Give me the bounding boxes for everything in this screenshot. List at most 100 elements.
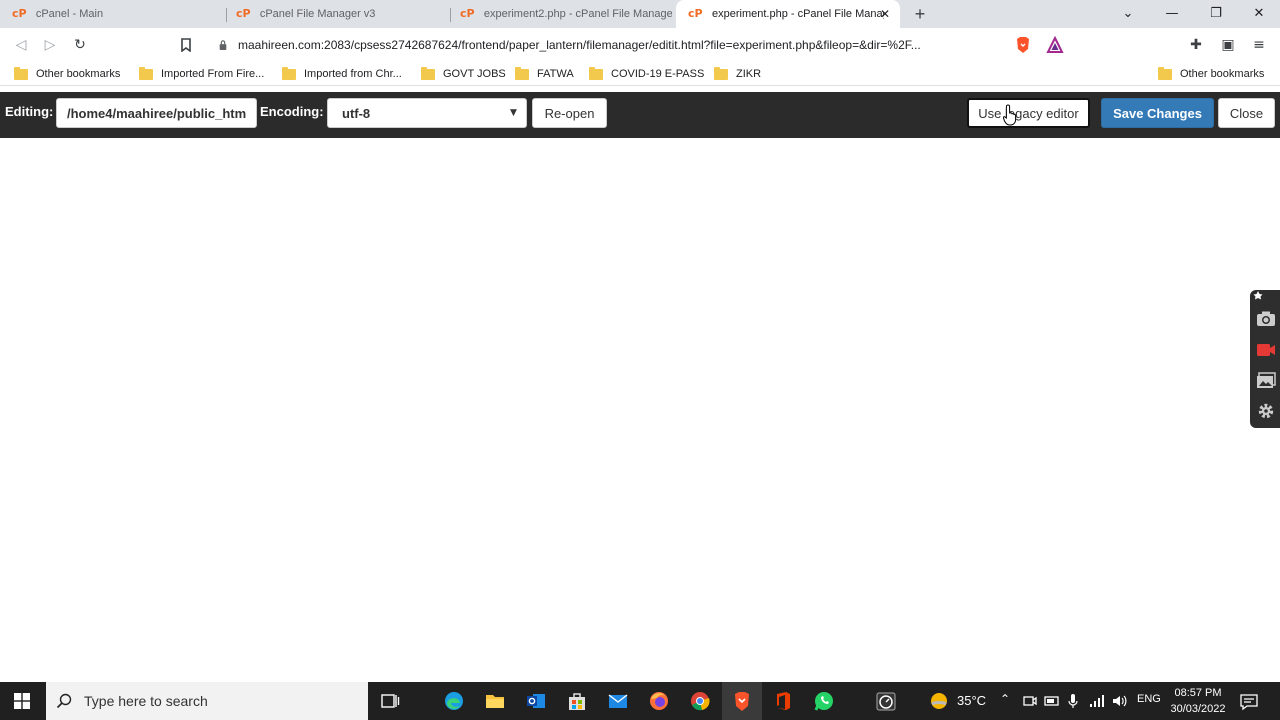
- clock-time: 08:57 PM: [1174, 687, 1222, 699]
- folder-icon: [139, 66, 153, 80]
- tab-experiment[interactable]: cP experiment.php - cPanel File Manager …: [676, 0, 900, 28]
- use-legacy-editor-button[interactable]: Use legacy editor: [967, 98, 1090, 128]
- store-icon[interactable]: [566, 690, 588, 712]
- browser-toolbar: ◁ ▷ ↻ maahireen.com:2083/cpsess274268762…: [0, 28, 1280, 62]
- brave-icon[interactable]: [731, 690, 753, 712]
- bookmarks-bar: Other bookmarks Imported From Fire... Im…: [0, 62, 1280, 86]
- clock[interactable]: 08:57 PM 30/03/2022: [1164, 685, 1232, 717]
- close-tab-icon[interactable]: ✕: [878, 7, 892, 21]
- folder-icon: [589, 66, 603, 80]
- gallery-icon[interactable]: [1256, 372, 1276, 390]
- bookmark-label: Imported From Fire...: [161, 68, 265, 80]
- folder-icon: [1158, 66, 1172, 80]
- tab-file-manager[interactable]: cP cPanel File Manager v3: [224, 0, 448, 28]
- volume-icon[interactable]: [1111, 690, 1127, 712]
- windows-start-icon[interactable]: [14, 693, 30, 709]
- reload-icon[interactable]: ↻: [69, 34, 91, 56]
- menu-icon[interactable]: ≡: [1251, 37, 1267, 53]
- battery-icon[interactable]: [1044, 690, 1060, 712]
- clock-date: 30/03/2022: [1170, 703, 1226, 715]
- editor-toolbar: Editing: Encoding: utf-8 ▼ Re-open Use l…: [0, 92, 1280, 138]
- taskbar-search-box[interactable]: Type here to search: [46, 682, 368, 720]
- screen-capture-widget: [1250, 290, 1280, 428]
- search-placeholder: Type here to search: [84, 693, 208, 709]
- camera-icon[interactable]: [1256, 310, 1276, 328]
- bookmark-label: Imported from Chr...: [304, 68, 402, 80]
- window-close-button[interactable]: ✕: [1237, 0, 1280, 28]
- bookmark-folder[interactable]: Other bookmarks: [1158, 66, 1264, 82]
- file-explorer-icon[interactable]: [484, 690, 506, 712]
- new-tab-button[interactable]: +: [910, 4, 930, 24]
- pin-icon[interactable]: [1252, 290, 1264, 302]
- temperature: 35°C: [957, 693, 987, 708]
- hand-cursor-icon: [1003, 104, 1017, 126]
- bookmark-label: COVID-19 E-PASS: [611, 68, 705, 80]
- tab-cpanel-main[interactable]: cP cPanel - Main: [0, 0, 224, 28]
- tab-search-icon[interactable]: ⌄: [1106, 0, 1150, 28]
- forward-icon[interactable]: ▷: [39, 34, 61, 56]
- wallet-icon[interactable]: ▣: [1220, 37, 1236, 53]
- bookmark-folder[interactable]: Imported From Fire...: [139, 66, 264, 82]
- editor-content-area[interactable]: [0, 138, 1280, 682]
- search-icon: [56, 693, 72, 709]
- bookmark-folder[interactable]: Other bookmarks: [14, 66, 120, 82]
- weather-sun-icon: [931, 693, 947, 709]
- notifications-icon[interactable]: [1240, 690, 1258, 712]
- mail-icon[interactable]: [607, 690, 629, 712]
- task-view-icon[interactable]: [379, 690, 401, 712]
- brave-shields-icon[interactable]: [1014, 36, 1032, 54]
- address-bar[interactable]: maahireen.com:2083/cpsess2742687624/fron…: [206, 32, 1072, 58]
- encoding-select[interactable]: utf-8 ▼: [327, 98, 527, 128]
- chrome-icon[interactable]: [689, 690, 711, 712]
- bookmark-icon[interactable]: [175, 34, 197, 56]
- cpanel-icon: cP: [688, 7, 703, 20]
- encoding-label: Encoding:: [260, 104, 324, 119]
- extensions-icon[interactable]: ✚: [1188, 37, 1204, 53]
- bookmark-folder[interactable]: FATWA: [515, 66, 574, 82]
- restore-button[interactable]: ❐: [1194, 0, 1238, 28]
- save-changes-button[interactable]: Save Changes: [1101, 98, 1214, 128]
- edge-icon[interactable]: [443, 690, 465, 712]
- tab-title: experiment.php - cPanel File Manager: [712, 8, 884, 20]
- office-icon[interactable]: [772, 690, 794, 712]
- bookmark-folder[interactable]: COVID-19 E-PASS: [589, 66, 704, 82]
- bookmark-folder[interactable]: GOVT JOBS: [421, 66, 506, 82]
- bookmark-label: GOVT JOBS: [443, 68, 506, 80]
- bookmark-label: Other bookmarks: [1180, 68, 1265, 80]
- whatsapp-icon[interactable]: [813, 690, 835, 712]
- screen-recorder-icon[interactable]: [875, 690, 897, 712]
- tab-experiment2[interactable]: cP experiment2.php - cPanel File Manager: [448, 0, 672, 28]
- outlook-icon[interactable]: [525, 690, 547, 712]
- encoding-value: utf-8: [342, 105, 371, 121]
- tab-title: cPanel File Manager v3: [259, 8, 376, 20]
- folder-icon: [714, 66, 728, 80]
- url-text: maahireen.com:2083/cpsess2742687624/fron…: [238, 38, 921, 52]
- microphone-icon[interactable]: [1067, 690, 1079, 712]
- folder-icon: [14, 66, 28, 80]
- back-icon[interactable]: ◁: [10, 34, 32, 56]
- minimize-button[interactable]: —: [1150, 0, 1194, 28]
- editing-label: Editing:: [5, 104, 54, 119]
- gear-icon[interactable]: [1256, 402, 1276, 420]
- chevron-up-icon[interactable]: ⌃: [1000, 692, 1010, 706]
- close-button[interactable]: Close: [1218, 98, 1275, 128]
- windows-taskbar: Type here to search 35°C ⌃ ENG 08:57 PM …: [0, 682, 1280, 720]
- video-record-icon[interactable]: [1256, 341, 1276, 359]
- folder-icon: [282, 66, 296, 80]
- chevron-down-icon: ▼: [510, 108, 517, 118]
- bookmark-folder[interactable]: Imported from Chr...: [282, 66, 402, 82]
- firefox-icon[interactable]: [648, 690, 670, 712]
- reopen-button[interactable]: Re-open: [532, 98, 607, 128]
- language-indicator[interactable]: ENG: [1137, 693, 1161, 705]
- meet-now-icon[interactable]: [1023, 690, 1037, 712]
- tab-title: experiment2.php - cPanel File Manager: [483, 8, 672, 20]
- tab-title: cPanel - Main: [35, 8, 104, 20]
- bookmark-label: FATWA: [537, 68, 574, 80]
- bookmark-folder[interactable]: ZIKR: [714, 66, 761, 82]
- brave-rewards-icon[interactable]: [1046, 36, 1064, 54]
- file-path-input[interactable]: [56, 98, 257, 128]
- bookmark-label: Other bookmarks: [36, 68, 121, 80]
- folder-icon: [515, 66, 529, 80]
- cpanel-icon: cP: [460, 7, 475, 20]
- wifi-signal-icon[interactable]: [1089, 690, 1105, 712]
